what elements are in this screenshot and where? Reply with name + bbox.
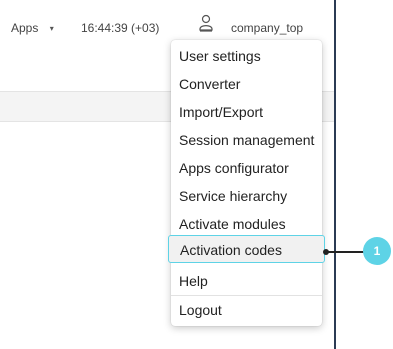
chevron-down-icon: ▾	[49, 24, 54, 33]
menu-item-activate-modules[interactable]: Activate modules	[171, 210, 322, 238]
menu-item-service-hierarchy[interactable]: Service hierarchy	[171, 182, 322, 210]
clock: 16:44:39 (+03)	[81, 21, 160, 35]
menu-item-user-settings[interactable]: User settings	[171, 42, 322, 70]
callout-badge: 1	[363, 237, 391, 265]
callout-line	[326, 251, 364, 253]
username[interactable]: company_top	[231, 21, 303, 35]
menu-item-converter[interactable]: Converter	[171, 70, 322, 98]
menu-item-import-export[interactable]: Import/Export	[171, 98, 322, 126]
apps-dropdown[interactable]: Apps ▾	[11, 21, 54, 35]
user-menu: User settings Converter Import/Export Se…	[168, 40, 325, 326]
menu-item-help[interactable]: Help	[171, 267, 322, 295]
menu-item-logout[interactable]: Logout	[171, 296, 322, 324]
menu-item-session-management[interactable]: Session management	[171, 126, 322, 154]
user-icon[interactable]	[198, 14, 214, 32]
apps-label: Apps	[11, 21, 39, 35]
menu-item-apps-configurator[interactable]: Apps configurator	[171, 154, 322, 182]
callout-dot	[323, 249, 329, 255]
menu-item-activation-codes[interactable]: Activation codes	[168, 235, 325, 263]
